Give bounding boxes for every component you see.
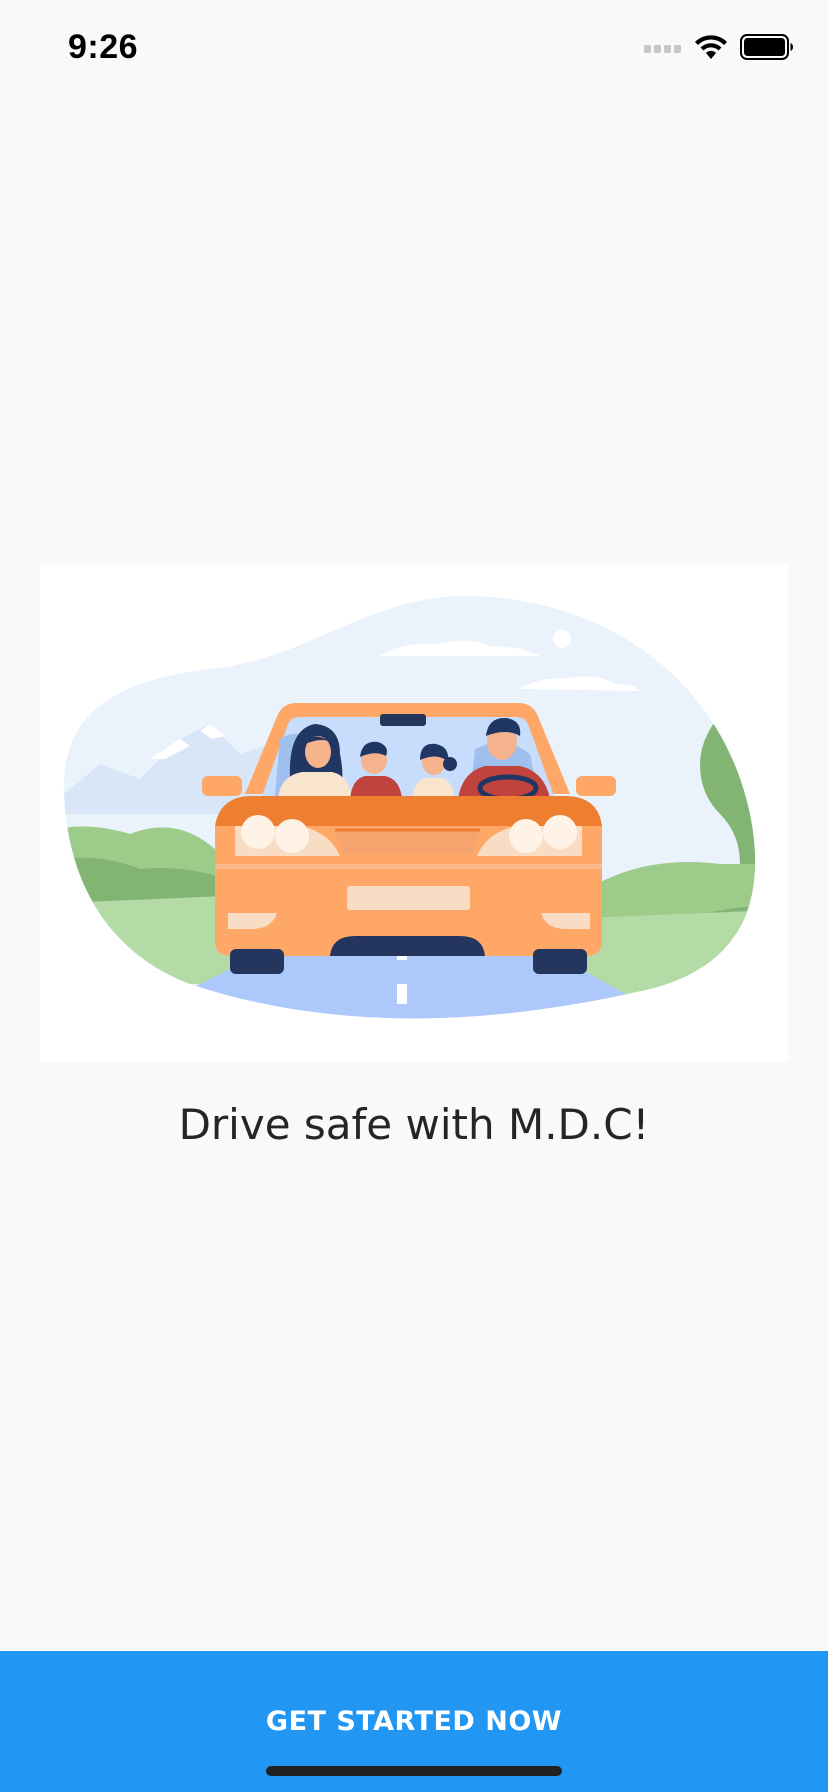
get-started-label: GET STARTED NOW: [265, 1706, 563, 1737]
cellular-signal-icon: [644, 40, 682, 59]
status-time: 9:26: [68, 28, 139, 66]
battery-icon: [740, 34, 794, 65]
home-indicator: [266, 1766, 562, 1776]
wifi-icon: [694, 34, 728, 65]
family-in-car-illustration: [40, 564, 788, 1062]
tagline: Drive safe with M.D.C!: [178, 1100, 650, 1149]
status-icons: [644, 34, 794, 65]
status-bar: 9:26: [0, 0, 828, 100]
